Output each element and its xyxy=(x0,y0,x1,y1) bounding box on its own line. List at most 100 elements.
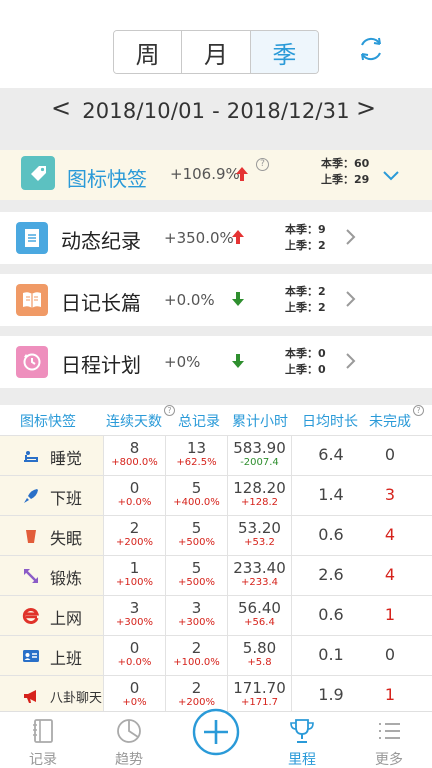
category-card-dynamic-log[interactable]: 动态纪录 +350.0% 本季：9 上季：2 xyxy=(0,212,432,264)
stats-table-header: 图标快签 连续天数 ? 总记录 累计小时 日均时长 未完成 ? xyxy=(0,405,432,435)
expand-arrows-icon xyxy=(24,569,38,583)
nav-more[interactable]: 更多 xyxy=(346,712,432,768)
total-cell: 5 +500% xyxy=(166,556,228,595)
total-change: +400.0% xyxy=(173,497,220,508)
previous-count: 上季：2 xyxy=(285,239,326,252)
tab-week[interactable]: 周 xyxy=(114,31,183,73)
total-change: +500% xyxy=(178,537,215,548)
streak-cell: 0 +0.0% xyxy=(104,636,166,675)
list-icon xyxy=(379,723,400,739)
current-count: 本季：9 xyxy=(285,223,326,236)
streak-change: +0.0% xyxy=(117,497,152,508)
column-header-hours: 累计小时 xyxy=(232,414,288,430)
total-value: 5 xyxy=(191,519,202,537)
streak-value: 3 xyxy=(129,599,140,617)
tag-icon xyxy=(21,156,55,190)
streak-value: 2 xyxy=(129,519,140,537)
table-row[interactable]: 上班 0 +0.0% 2 +100.0% 5.80 +5.8 0.1 0 xyxy=(0,635,432,675)
previous-count: 上季：0 xyxy=(285,363,326,376)
category-title: 日记长篇 xyxy=(61,291,141,315)
info-icon[interactable]: ? xyxy=(164,405,175,416)
hours-cell: 56.40 +56.4 xyxy=(228,596,292,635)
streak-value: 1 xyxy=(129,559,140,577)
total-value: 13 xyxy=(186,439,207,457)
streak-change: +0% xyxy=(122,697,147,708)
unfinished-cell: 4 xyxy=(370,556,410,595)
nav-records[interactable]: 记录 xyxy=(0,712,86,768)
row-label-cell: 睡觉 xyxy=(0,436,104,475)
hours-value: 171.70 xyxy=(233,679,286,697)
hours-value: 583.90 xyxy=(233,439,286,457)
category-card-diary[interactable]: 日记长篇 +0.0% 本季：2 上季：2 xyxy=(0,274,432,326)
unfinished-value: 1 xyxy=(384,685,396,704)
divider xyxy=(0,326,432,336)
table-row[interactable]: 下班 0 +0.0% 5 +400.0% 128.20 +128.2 1.4 3 xyxy=(0,475,432,515)
up-arrow-icon xyxy=(236,167,248,181)
divider xyxy=(0,264,432,274)
total-change: +300% xyxy=(178,617,215,628)
table-row[interactable]: 睡觉 8 +800.0% 13 +62.5% 583.90 -2007.4 6.4 0 xyxy=(0,435,432,475)
row-label-cell: 失眠 xyxy=(0,516,104,555)
streak-change: +300% xyxy=(116,617,153,628)
prev-period-button[interactable]: < xyxy=(46,94,76,122)
category-compare: 本季：60 上季：29 xyxy=(321,156,369,188)
nav-milestones[interactable]: 里程 xyxy=(259,712,345,768)
chevron-down-icon[interactable] xyxy=(382,168,400,182)
down-arrow-icon xyxy=(232,354,244,368)
unfinished-cell: 0 xyxy=(370,436,410,475)
column-header-daily-avg: 日均时长 xyxy=(302,414,358,430)
avg-cell: 0.6 xyxy=(292,516,370,555)
column-header-total: 总记录 xyxy=(178,414,220,430)
clock-icon xyxy=(16,346,48,378)
hours-cell: 128.20 +128.2 xyxy=(228,476,292,515)
next-period-button[interactable]: > xyxy=(351,94,381,122)
info-icon[interactable]: ? xyxy=(256,158,269,171)
info-icon[interactable]: ? xyxy=(413,405,424,416)
chevron-right-icon[interactable] xyxy=(344,288,358,310)
nav-label: 记录 xyxy=(29,752,57,768)
rocket-icon xyxy=(24,489,38,503)
document-icon xyxy=(16,222,48,254)
unfinished-value: 0 xyxy=(384,645,396,664)
hours-cell: 5.80 +5.8 xyxy=(228,636,292,675)
category-card-icon-tags[interactable]: 图标快签 +106.9% ? 本季：60 上季：29 xyxy=(0,150,432,200)
hours-change: +53.2 xyxy=(244,537,275,548)
total-cell: 5 +500% xyxy=(166,516,228,555)
trophy-icon xyxy=(290,719,314,743)
unfinished-cell: 1 xyxy=(370,596,410,635)
cup-icon xyxy=(26,530,36,543)
category-title: 图标快签 xyxy=(67,167,147,191)
category-change: +0.0% xyxy=(164,291,215,309)
table-row[interactable]: 锻炼 1 +100% 5 +500% 233.40 +233.4 2.6 4 xyxy=(0,555,432,595)
nav-label: 趋势 xyxy=(115,752,143,768)
hours-value: 233.40 xyxy=(233,559,286,577)
category-card-schedule[interactable]: 日程计划 +0% 本季：0 上季：0 xyxy=(0,336,432,388)
refresh-icon[interactable] xyxy=(354,32,388,66)
streak-cell: 0 +0.0% xyxy=(104,476,166,515)
total-value: 2 xyxy=(191,639,202,657)
previous-count: 上季：29 xyxy=(321,173,370,186)
unfinished-value: 1 xyxy=(384,605,396,624)
chevron-right-icon[interactable] xyxy=(344,350,358,372)
avg-value: 6.4 xyxy=(318,445,344,464)
add-button[interactable] xyxy=(192,708,240,756)
unfinished-value: 3 xyxy=(384,485,396,504)
total-value: 5 xyxy=(191,479,202,497)
streak-change: +0.0% xyxy=(117,657,152,668)
nav-trends[interactable]: 趋势 xyxy=(86,712,172,768)
column-header-unfinished: 未完成 xyxy=(369,414,411,430)
table-row[interactable]: 失眠 2 +200% 5 +500% 53.20 +53.2 0.6 4 xyxy=(0,515,432,555)
avg-cell: 1.4 xyxy=(292,476,370,515)
tab-quarter[interactable]: 季 xyxy=(250,31,318,73)
total-value: 3 xyxy=(191,599,202,617)
table-row[interactable]: 上网 3 +300% 3 +300% 56.40 +56.4 0.6 1 xyxy=(0,595,432,635)
tab-month[interactable]: 月 xyxy=(182,31,251,73)
streak-cell: 8 +800.0% xyxy=(104,436,166,475)
row-label-cell: 八卦聊天 xyxy=(0,676,104,715)
row-name: 失眠 xyxy=(50,529,83,548)
chevron-right-icon[interactable] xyxy=(344,226,358,248)
nav-label: 里程 xyxy=(288,752,316,768)
divider xyxy=(0,388,432,405)
avg-cell: 0.6 xyxy=(292,596,370,635)
down-arrow-icon xyxy=(232,292,244,306)
